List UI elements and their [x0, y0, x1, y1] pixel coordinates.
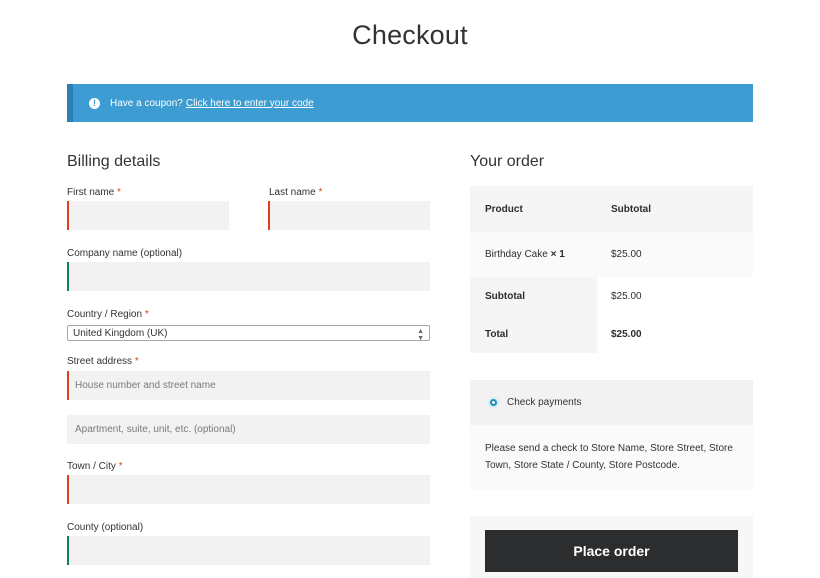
enter-coupon-link[interactable]: Click here to enter your code [186, 98, 314, 109]
required-mark: * [117, 187, 121, 198]
country-selected-value: United Kingdom (UK) [73, 327, 168, 339]
required-mark: * [118, 461, 123, 472]
last-name-field[interactable] [268, 201, 430, 230]
chevron-down-icon: ▲ ▼ [417, 328, 424, 342]
subtotal-row: Subtotal $25.00 [470, 277, 753, 316]
column-header-product: Product [485, 203, 523, 215]
payment-methods: Check payments Please send a check to St… [470, 380, 753, 489]
first-name-label: First name * [67, 187, 121, 198]
street-address-line1-field[interactable] [67, 371, 430, 400]
payment-method-check[interactable]: Check payments [470, 380, 753, 425]
city-field[interactable] [67, 475, 430, 504]
total-row: Total $25.00 [470, 316, 753, 353]
table-row: Birthday Cake × 1 $25.00 [470, 232, 753, 277]
first-name-field[interactable] [67, 201, 229, 230]
country-select[interactable]: United Kingdom (UK) ▲ ▼ [67, 325, 430, 342]
payment-method-label: Check payments [507, 397, 582, 408]
required-mark: * [318, 187, 323, 198]
subtotal-value: $25.00 [611, 291, 642, 302]
coupon-notice-text: Have a coupon? [110, 97, 183, 109]
subtotal-label: Subtotal [470, 277, 597, 316]
street-address-label: Street address * [67, 356, 139, 367]
product-subtotal: $25.00 [611, 249, 642, 260]
payment-description: Please send a check to Store Name, Store… [485, 443, 733, 471]
company-name-label: Company name (optional) [67, 248, 183, 259]
total-value: $25.00 [611, 329, 642, 340]
order-heading: Your order [470, 153, 545, 170]
place-order-section: Place order [470, 516, 753, 578]
company-name-field[interactable] [67, 262, 430, 291]
street-address-line2-field[interactable] [67, 415, 430, 444]
product-name: Birthday Cake × 1 [485, 249, 565, 260]
billing-heading: Billing details [67, 153, 161, 170]
order-review-table: Product Subtotal Birthday Cake × 1 $25.0… [470, 186, 753, 353]
radio-selected-icon[interactable] [488, 397, 499, 408]
table-header-row: Product Subtotal [470, 186, 753, 232]
place-order-button[interactable]: Place order [485, 530, 738, 572]
county-label: County (optional) [67, 522, 144, 533]
country-label: Country / Region * [67, 309, 149, 320]
product-quantity: × 1 [550, 249, 565, 260]
city-label: Town / City * [67, 461, 123, 472]
info-icon: ! [89, 97, 100, 109]
required-mark: * [144, 309, 149, 320]
required-mark: * [134, 356, 139, 367]
county-field[interactable] [67, 536, 430, 565]
coupon-notice: ! Have a coupon? Click here to enter you… [67, 84, 753, 122]
last-name-label: Last name * [269, 187, 323, 198]
total-label: Total [470, 316, 597, 353]
column-header-subtotal: Subtotal [611, 203, 651, 215]
page-title: Checkout [352, 20, 468, 50]
